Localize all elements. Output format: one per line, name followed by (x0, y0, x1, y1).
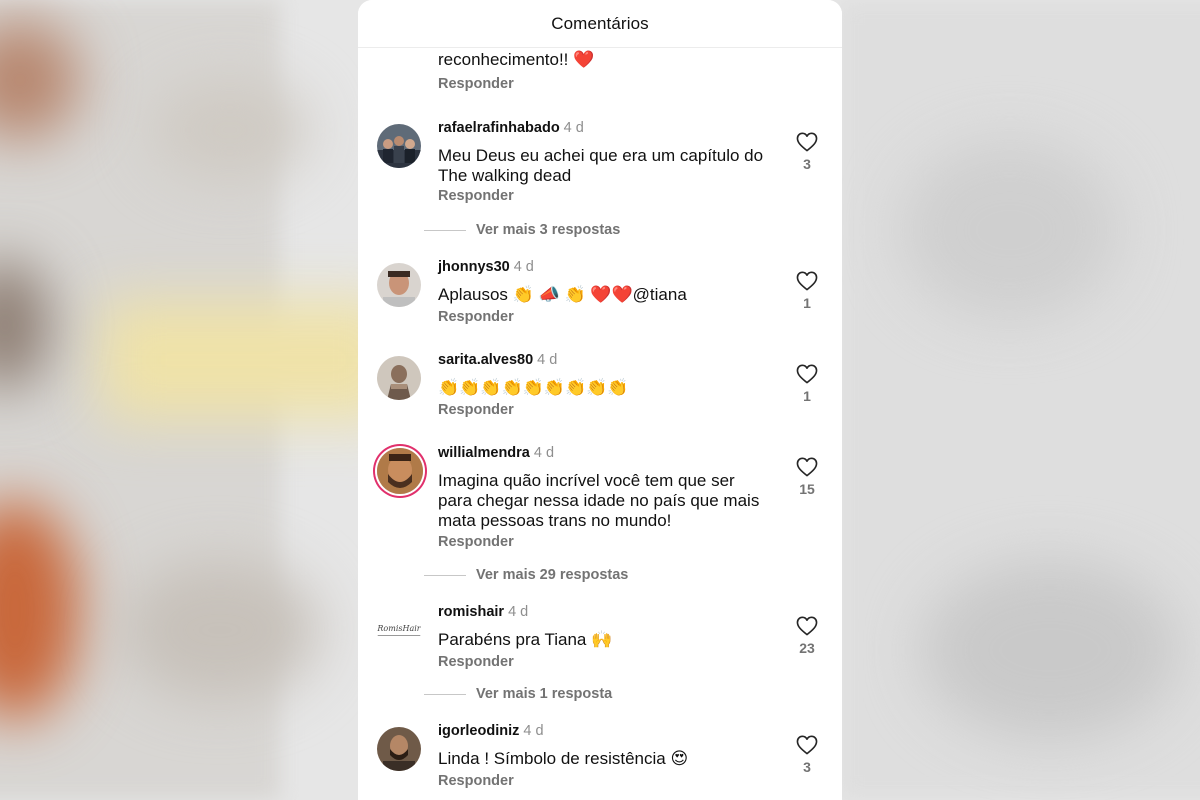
like-button[interactable]: 3 (794, 132, 820, 172)
like-button[interactable]: 15 (794, 457, 820, 497)
username[interactable]: rafaelrafinhabado (438, 120, 560, 136)
like-count: 1 (803, 388, 811, 404)
heart-outline-icon (796, 735, 818, 755)
reply-button[interactable]: Responder (438, 188, 514, 204)
comments-sheet: Comentários reconhecimento!! ❤️ Responde… (358, 0, 842, 800)
heart-outline-icon (796, 457, 818, 477)
sheet-header: Comentários (358, 0, 842, 48)
comment-meta: igorleodiniz 4 d (438, 723, 544, 739)
like-count: 3 (803, 759, 811, 775)
reply-button[interactable]: Responder (438, 76, 514, 92)
comment-item: RomisHair romishair 4 d Parabéns pra Tian… (358, 604, 842, 684)
avatar[interactable] (377, 124, 421, 168)
comment-text: 👏👏👏👏👏👏👏👏👏 (438, 378, 629, 397)
comment-item: igorleodiniz 4 d Linda ! Símbolo de resis… (358, 723, 842, 800)
more-replies-label: Ver mais 29 respostas (476, 567, 629, 583)
heart-outline-icon (796, 271, 818, 291)
comment-text: Aplausos 👏 📣 👏 ❤️❤️@tiana (438, 285, 687, 304)
view-more-replies-button[interactable]: Ver mais 3 respostas (424, 222, 620, 238)
comment-item: sarita.alves80 4 d 👏👏👏👏👏👏👏👏👏 Responder 1 (358, 352, 842, 432)
comment-text: Parabéns pra Tiana 🙌 (438, 630, 613, 649)
divider (424, 693, 466, 695)
like-button[interactable]: 23 (794, 616, 820, 656)
avatar[interactable] (377, 448, 423, 494)
comment-meta: romishair 4 d (438, 604, 528, 620)
heart-outline-icon (796, 364, 818, 384)
username[interactable]: jhonnys30 (438, 259, 510, 275)
view-more-replies-button[interactable]: Ver mais 1 resposta (424, 686, 612, 702)
timestamp: 4 d (513, 259, 534, 275)
divider (424, 229, 466, 231)
comment-meta: rafaelrafinhabado 4 d (438, 120, 584, 136)
username[interactable]: romishair (438, 604, 504, 620)
like-button[interactable]: 3 (794, 735, 820, 775)
reply-button[interactable]: Responder (438, 534, 514, 550)
comment-meta: sarita.alves80 4 d (438, 352, 557, 368)
timestamp: 4 d (537, 352, 558, 368)
avatar[interactable]: RomisHair (377, 608, 421, 652)
reply-button[interactable]: Responder (438, 402, 514, 418)
divider (424, 574, 466, 576)
avatar-logo-text: RomisHair (377, 624, 421, 636)
avatar[interactable] (377, 356, 421, 400)
reply-button[interactable]: Responder (438, 654, 514, 670)
comment-text: Linda ! Símbolo de resistência 😍 (438, 749, 689, 768)
heart-outline-icon (796, 616, 818, 636)
like-count: 23 (799, 640, 815, 656)
reply-button[interactable]: Responder (438, 309, 514, 325)
like-count: 1 (803, 295, 811, 311)
username[interactable]: willialmendra (438, 445, 530, 461)
timestamp: 4 d (523, 723, 544, 739)
timestamp: 4 d (563, 120, 584, 136)
view-more-replies-button[interactable]: Ver mais 29 respostas (424, 567, 628, 583)
like-button[interactable]: 1 (794, 364, 820, 404)
timestamp: 4 d (533, 445, 555, 461)
timestamp: 4 d (508, 604, 529, 620)
reply-button[interactable]: Responder (438, 773, 514, 789)
username[interactable]: sarita.alves80 (438, 352, 533, 368)
more-replies-label: Ver mais 1 resposta (476, 686, 613, 702)
comment-text: Meu Deus eu achei que era um capítulo do… (438, 146, 764, 185)
comment-item: willialmendra 4 d Imagina quão incrível v… (358, 445, 842, 555)
avatar[interactable] (377, 263, 421, 307)
more-replies-label: Ver mais 3 respostas (476, 222, 621, 238)
comment-item: jhonnys30 4 d Aplausos 👏 📣 👏 ❤️❤️@tiana R… (358, 259, 842, 339)
like-count: 3 (803, 156, 811, 172)
avatar[interactable] (377, 727, 421, 771)
comment-meta: jhonnys30 4 d (438, 259, 534, 275)
comment-text: Imagina quão incrível você tem que ser p… (438, 471, 760, 530)
comment-meta: willialmendra 4 d (438, 445, 554, 461)
like-count: 15 (799, 481, 815, 497)
previous-comment-text: reconhecimento!! ❤️ (438, 50, 595, 69)
username[interactable]: igorleodiniz (438, 723, 519, 739)
heart-outline-icon (796, 132, 818, 152)
sheet-title: Comentários (551, 13, 649, 33)
like-button[interactable]: 1 (794, 271, 820, 311)
comment-item: rafaelrafinhabado 4 d Meu Deus eu achei q… (358, 120, 842, 230)
